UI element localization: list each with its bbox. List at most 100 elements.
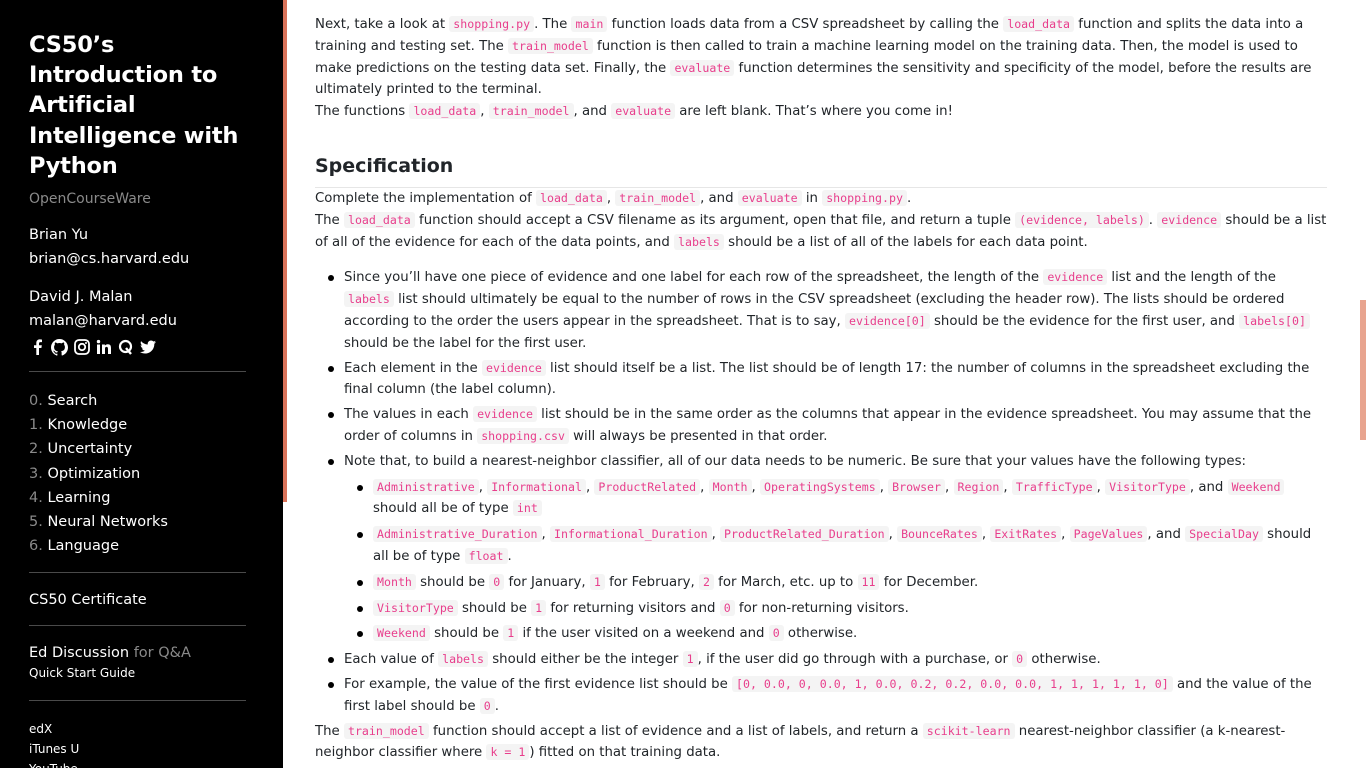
text-run: ,	[751, 479, 760, 495]
subtitle[interactable]: OpenCourseWare	[29, 191, 246, 207]
nav-item-knowledge[interactable]: 1. Knowledge	[29, 413, 246, 437]
nav-item-search[interactable]: 0. Search	[29, 389, 246, 413]
sub-list-item: Administrative_Duration, Informational_D…	[357, 524, 1327, 568]
inline-code: Administrative_Duration	[373, 526, 542, 543]
text-run: for December.	[879, 574, 979, 590]
sub-list-item: Month should be 0 for January, 1 for Feb…	[357, 572, 1327, 594]
inline-code: ExitRates	[990, 526, 1062, 543]
nav-item-learning[interactable]: 4. Learning	[29, 486, 246, 510]
text-run: ,	[478, 479, 488, 495]
ed-discussion-label: Ed Discussion	[29, 645, 130, 662]
nav-label: Uncertainty	[47, 441, 133, 458]
inline-code: 0	[719, 599, 735, 616]
nav-number: 6.	[29, 538, 43, 555]
nav-label: Learning	[47, 489, 111, 506]
text-run: are left blank. That’s where you come in…	[675, 104, 953, 120]
instructor-email-link[interactable]: brian@cs.harvard.edu	[29, 247, 246, 271]
text-run: The values in each	[344, 407, 474, 423]
nav-item-uncertainty[interactable]: 2. Uncertainty	[29, 437, 246, 461]
inline-code: 0	[489, 573, 505, 590]
instructor-email-link[interactable]: malan@harvard.edu	[29, 309, 246, 333]
text-run: ) fitted on that training data.	[529, 745, 721, 761]
sub-list-item: Weekend should be 1 if the user visited …	[357, 623, 1327, 645]
text-run: ,	[945, 479, 954, 495]
text-run: Complete the implementation of	[315, 190, 536, 206]
course-title-line: Introduction to	[29, 62, 218, 89]
inline-code: scikit-learn	[922, 722, 1015, 739]
inline-code: Weekend	[1227, 478, 1285, 495]
scrollbar-thumb[interactable]	[1360, 300, 1366, 440]
ed-discussion-link[interactable]: Ed Discussion for Q&A	[29, 643, 246, 663]
text-run: list and the length of the	[1107, 270, 1276, 286]
github-icon[interactable]	[51, 338, 68, 356]
section-heading[interactable]: Specification	[315, 153, 1327, 188]
text-run: in	[801, 190, 823, 206]
divider	[29, 371, 246, 373]
inline-code: (evidence, labels)	[1015, 211, 1149, 228]
inline-code: load_data	[1003, 16, 1075, 32]
list-item: Each value of labels should either be th…	[328, 649, 1327, 671]
certificate-link[interactable]: CS50 Certificate	[29, 590, 246, 610]
inline-code: evaluate	[611, 103, 676, 120]
instructor-name: Brian Yu	[29, 227, 89, 244]
nav-item-language[interactable]: 6. Language	[29, 534, 246, 558]
twitter-icon[interactable]	[139, 339, 156, 356]
text-run: function should accept a list of evidenc…	[428, 723, 923, 739]
paragraph: The functions load_data, train_model, an…	[315, 101, 1327, 123]
facebook-icon[interactable]	[29, 339, 46, 356]
nav-item-neural-networks[interactable]: 5. Neural Networks	[29, 510, 246, 534]
inline-code: Administrative	[373, 478, 479, 495]
text-run: should be a list of all of the labels fo…	[723, 234, 1088, 250]
text-run: should either be the integer	[488, 652, 683, 668]
inline-code: shopping.py	[822, 189, 907, 206]
nav-number: 4.	[29, 489, 43, 506]
inline-code: evidence	[481, 359, 546, 376]
inline-code: 2	[698, 573, 714, 590]
text-run: otherwise.	[1027, 652, 1101, 668]
paragraph: Complete the implementation of load_data…	[315, 188, 1327, 210]
inline-code: SpecialDay	[1185, 526, 1263, 543]
paragraph: The load_data function should accept a C…	[315, 210, 1327, 254]
inline-code: 0	[1012, 651, 1028, 668]
inline-code: 1	[503, 625, 519, 642]
inline-code: evaluate	[670, 59, 735, 76]
inline-code: train_model	[343, 722, 429, 739]
course-title-line: Python	[29, 152, 118, 179]
inline-code: 1	[589, 573, 605, 590]
edx-link[interactable]: edX	[29, 719, 246, 739]
bullet-list: Since you’ll have one piece of evidence …	[315, 267, 1327, 717]
quick-start-guide-link[interactable]: Quick Start Guide	[29, 665, 246, 682]
text-run: ,	[541, 527, 551, 543]
course-title[interactable]: CS50’s Introduction to Artificial Intell…	[29, 30, 246, 181]
text-run: Note that, to build a nearest-neighbor c…	[344, 453, 1246, 469]
inline-code: train_model	[488, 103, 574, 120]
inline-code: labels[0]	[1239, 312, 1310, 329]
text-run: function should accept a CSV filename as…	[414, 212, 1016, 228]
inline-code: load_data	[409, 103, 481, 120]
course-title-line: CS50’s	[29, 32, 115, 58]
inline-code: labels	[438, 651, 488, 668]
text-run: will always be presented in that order.	[568, 428, 828, 444]
text-run: ,	[711, 527, 721, 543]
inline-code: labels	[674, 233, 724, 250]
youtube-link[interactable]: YouTube	[29, 759, 246, 768]
inline-code: evidence	[1157, 211, 1222, 228]
inline-code: int	[512, 500, 542, 517]
divider	[29, 700, 246, 702]
inline-code: k = 1	[486, 744, 530, 761]
nav-item-optimization[interactable]: 3. Optimization	[29, 462, 246, 486]
page-accent-bar	[283, 0, 287, 502]
text-run: The functions	[315, 104, 410, 120]
nav-label: Search	[47, 393, 98, 410]
itunes-link[interactable]: iTunes U	[29, 739, 246, 759]
inline-code: Region	[953, 478, 1004, 495]
text-run: for January,	[504, 574, 590, 590]
quora-icon[interactable]	[117, 339, 134, 356]
nav-number: 1.	[29, 417, 43, 434]
inline-code: 0	[768, 625, 784, 642]
sub-bullet-list: Administrative, Informational, ProductRe…	[344, 477, 1327, 646]
linkedin-icon[interactable]	[95, 339, 112, 356]
instagram-icon[interactable]	[73, 339, 90, 356]
text-run: Next, take a look at	[315, 17, 450, 32]
inline-code: shopping.csv	[477, 427, 569, 444]
